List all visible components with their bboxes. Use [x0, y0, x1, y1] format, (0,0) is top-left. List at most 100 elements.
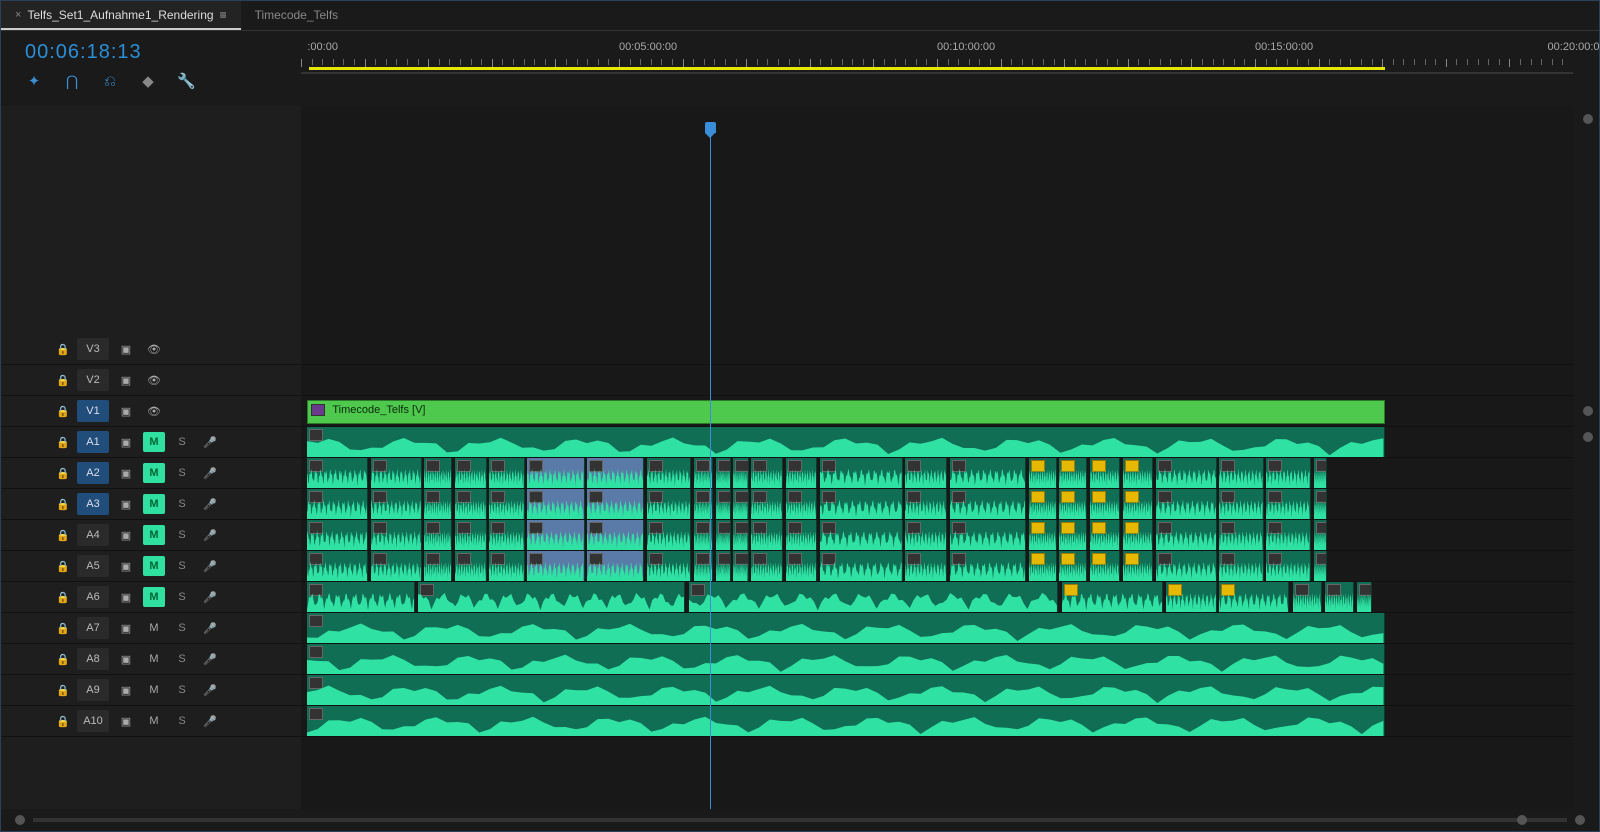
- clip[interactable]: [307, 427, 1384, 457]
- clip[interactable]: [489, 520, 525, 550]
- track-toggle-output-icon[interactable]: ▣: [115, 711, 137, 731]
- track-row[interactable]: [301, 706, 1573, 737]
- clip[interactable]: [1059, 489, 1087, 519]
- mute-button[interactable]: M: [143, 556, 165, 576]
- clip[interactable]: [1123, 520, 1154, 550]
- track-header-v3[interactable]: 🔒 V3 ▣👁: [1, 334, 301, 365]
- track-header-a2[interactable]: 🔒 A2 ▣M S 🎤: [1, 458, 301, 489]
- tab-active[interactable]: × Telfs_Set1_Aufnahme1_Rendering ≡: [1, 1, 241, 30]
- mute-button[interactable]: M: [143, 525, 165, 545]
- clip[interactable]: [307, 644, 1384, 674]
- voice-icon[interactable]: 🎤: [199, 618, 221, 638]
- clip[interactable]: [527, 458, 584, 488]
- track-header-v2[interactable]: 🔒 V2 ▣👁: [1, 365, 301, 396]
- clip[interactable]: [716, 489, 731, 519]
- track-header-a10[interactable]: 🔒 A10 ▣M S 🎤: [1, 706, 301, 737]
- tab-inactive[interactable]: Timecode_Telfs: [241, 1, 353, 30]
- marker-icon[interactable]: ◆: [139, 72, 157, 90]
- track-label[interactable]: A10: [77, 710, 109, 732]
- clip[interactable]: [950, 551, 1026, 581]
- mute-button[interactable]: M: [143, 587, 165, 607]
- clip[interactable]: [751, 551, 783, 581]
- mute-button[interactable]: M: [143, 432, 165, 452]
- track-header-a4[interactable]: 🔒 A4 ▣M S 🎤: [1, 520, 301, 551]
- snap-icon[interactable]: ⋂: [63, 72, 81, 90]
- clip[interactable]: [455, 489, 487, 519]
- clip[interactable]: [1266, 551, 1311, 581]
- clip[interactable]: [307, 551, 368, 581]
- clip[interactable]: [694, 520, 713, 550]
- linked-selection-icon[interactable]: ⎌: [101, 73, 119, 90]
- clip[interactable]: [1059, 520, 1087, 550]
- track-label[interactable]: A1: [77, 431, 109, 453]
- voice-icon[interactable]: 🎤: [199, 525, 221, 545]
- zoom-handle-mid1[interactable]: [1583, 406, 1593, 416]
- clip[interactable]: [1123, 489, 1154, 519]
- clip[interactable]: [820, 458, 903, 488]
- clip[interactable]: [694, 458, 713, 488]
- lock-icon[interactable]: 🔒: [55, 467, 71, 480]
- track-toggle-output-icon[interactable]: ▣: [115, 556, 137, 576]
- track-header-a5[interactable]: 🔒 A5 ▣M S 🎤: [1, 551, 301, 582]
- track-row[interactable]: [301, 582, 1573, 613]
- solo-button[interactable]: S: [171, 556, 193, 576]
- track-label[interactable]: V3: [77, 338, 109, 360]
- solo-button[interactable]: S: [171, 587, 193, 607]
- clip[interactable]: [307, 675, 1384, 705]
- clip[interactable]: [733, 489, 748, 519]
- clip[interactable]: [424, 551, 452, 581]
- track-toggle-output-icon[interactable]: ▣: [115, 339, 137, 359]
- clip[interactable]: [689, 582, 1058, 612]
- track-row[interactable]: [301, 675, 1573, 706]
- mute-button[interactable]: M: [143, 463, 165, 483]
- clip[interactable]: [1266, 489, 1311, 519]
- track-row[interactable]: [301, 520, 1573, 551]
- clip[interactable]: [455, 458, 487, 488]
- clip[interactable]: [424, 489, 452, 519]
- clip[interactable]: [489, 489, 525, 519]
- track-row[interactable]: [301, 427, 1573, 458]
- track-toggle-output-icon[interactable]: ▣: [115, 680, 137, 700]
- clip[interactable]: [647, 551, 692, 581]
- voice-icon[interactable]: 🎤: [199, 494, 221, 514]
- track-toggle-output-icon[interactable]: ▣: [115, 494, 137, 514]
- clip[interactable]: [786, 520, 818, 550]
- vertical-zoom-gutter[interactable]: [1573, 106, 1599, 809]
- track-label[interactable]: A7: [77, 617, 109, 639]
- clip[interactable]: [1325, 582, 1354, 612]
- track-row[interactable]: [301, 489, 1573, 520]
- lock-icon[interactable]: 🔒: [55, 436, 71, 449]
- track-row[interactable]: [301, 365, 1573, 396]
- clip[interactable]: [820, 489, 903, 519]
- scroll-thumb[interactable]: [1517, 815, 1527, 825]
- clip[interactable]: [694, 489, 713, 519]
- clip[interactable]: [1357, 582, 1372, 612]
- clip[interactable]: [307, 520, 368, 550]
- clip[interactable]: [455, 551, 487, 581]
- voice-icon[interactable]: 🎤: [199, 587, 221, 607]
- clip[interactable]: [1166, 582, 1217, 612]
- voice-icon[interactable]: 🎤: [199, 649, 221, 669]
- track-label[interactable]: A5: [77, 555, 109, 577]
- clip[interactable]: [371, 551, 422, 581]
- clip[interactable]: [1266, 458, 1311, 488]
- solo-button[interactable]: S: [171, 494, 193, 514]
- solo-button[interactable]: S: [171, 711, 193, 731]
- clip[interactable]: [587, 551, 644, 581]
- solo-button[interactable]: S: [171, 463, 193, 483]
- clip[interactable]: [716, 520, 731, 550]
- tab-menu-icon[interactable]: ≡: [220, 8, 227, 22]
- clip[interactable]: [950, 458, 1026, 488]
- playhead-timecode[interactable]: 00:06:18:13: [25, 41, 287, 64]
- clip[interactable]: [716, 458, 731, 488]
- clip[interactable]: [1293, 582, 1322, 612]
- track-header-a7[interactable]: 🔒 A7 ▣M S 🎤: [1, 613, 301, 644]
- clip[interactable]: [1090, 551, 1121, 581]
- clip[interactable]: [1029, 489, 1057, 519]
- zoom-handle-mid2[interactable]: [1583, 432, 1593, 442]
- clip[interactable]: [527, 551, 584, 581]
- lock-icon[interactable]: 🔒: [55, 653, 71, 666]
- track-label[interactable]: A2: [77, 462, 109, 484]
- clip[interactable]: [371, 489, 422, 519]
- clip[interactable]: Timecode_Telfs [V]: [307, 400, 1384, 424]
